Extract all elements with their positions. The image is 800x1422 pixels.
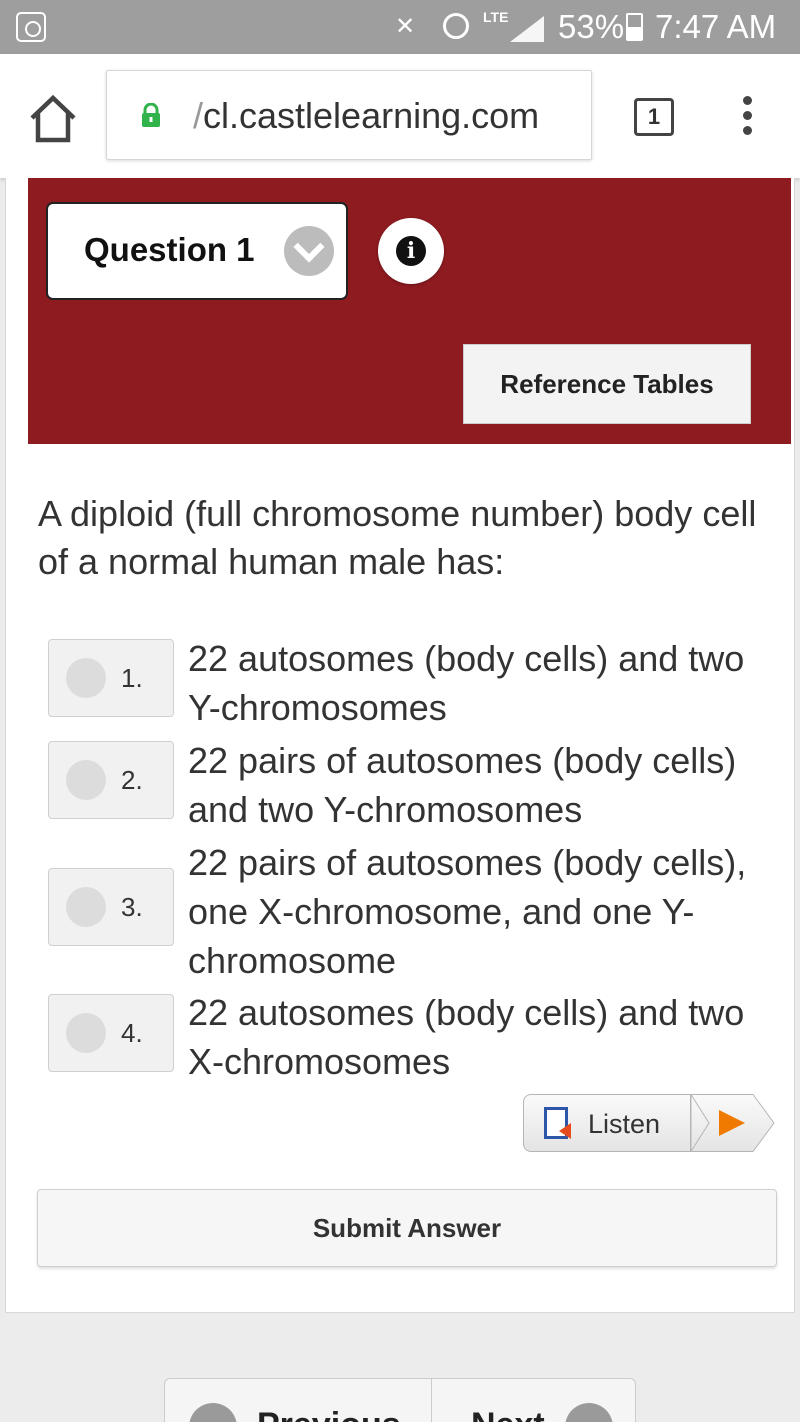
previous-button[interactable]: Previous xyxy=(165,1379,432,1422)
question-text: A diploid (full chromosome number) body … xyxy=(38,493,757,582)
option-text: 22 pairs of autosomes (body cells) and t… xyxy=(188,740,737,830)
url-host: cl.castlelearning.com xyxy=(203,95,540,136)
submit-answer-button[interactable]: Submit Answer xyxy=(37,1189,777,1267)
question-dropdown-label: Question 1 xyxy=(84,231,255,268)
radio-icon xyxy=(66,887,106,927)
status-bar: ✕ LTE 53% 7:47 AM xyxy=(0,0,800,54)
arrow-left-icon xyxy=(189,1403,237,1422)
answer-select-button[interactable]: 4. xyxy=(48,994,174,1072)
radio-icon xyxy=(66,658,106,698)
home-icon[interactable] xyxy=(26,92,80,146)
info-button[interactable]: i xyxy=(378,218,444,284)
previous-label: Previous xyxy=(257,1405,401,1422)
alarm-icon xyxy=(443,13,469,39)
speaker-document-icon xyxy=(544,1107,571,1139)
info-icon: i xyxy=(396,236,426,266)
signal-icon xyxy=(510,16,544,42)
next-button[interactable]: Next xyxy=(433,1379,635,1422)
question-card: Question 1 i Reference Tables A diploid … xyxy=(5,178,795,1313)
question-dropdown[interactable]: Question 1 xyxy=(46,202,348,300)
option-text: 22 autosomes (body cells) and two Y-chro… xyxy=(188,638,745,728)
address-bar[interactable]: /cl.castlelearning.com xyxy=(106,70,592,160)
network-type: LTE xyxy=(483,9,509,25)
radio-icon xyxy=(66,1013,106,1053)
url-text: /cl.castlelearning.com xyxy=(193,96,539,136)
url-prefix: / xyxy=(193,95,204,136)
option-number: 1. xyxy=(121,663,143,693)
question-navigation: Previous Next xyxy=(164,1378,636,1422)
answer-select-button[interactable]: 2. xyxy=(48,741,174,819)
tab-switcher-button[interactable]: 1 xyxy=(634,98,674,136)
reference-tables-button[interactable]: Reference Tables xyxy=(463,344,751,424)
battery-icon xyxy=(626,13,643,41)
option-number: 3. xyxy=(121,892,143,922)
listen-widget[interactable]: Listen xyxy=(523,1094,775,1152)
lock-icon xyxy=(142,103,160,127)
listen-button[interactable]: Listen xyxy=(523,1094,691,1152)
option-number: 4. xyxy=(121,1018,143,1048)
question-header: Question 1 i Reference Tables xyxy=(28,178,791,444)
answer-select-button[interactable]: 1. xyxy=(48,639,174,717)
status-icons: ✕ LTE xyxy=(395,10,555,44)
chevron-down-icon xyxy=(284,226,334,276)
overflow-menu-icon[interactable] xyxy=(736,94,760,138)
next-label: Next xyxy=(471,1405,545,1422)
mute-icon: ✕ xyxy=(395,13,416,40)
option-text: 22 pairs of autosomes (body cells), one … xyxy=(188,842,747,981)
recycle-icon xyxy=(16,12,46,42)
option-number: 2. xyxy=(121,765,143,795)
answer-select-button[interactable]: 3. xyxy=(48,868,174,946)
listen-label: Listen xyxy=(588,1109,661,1139)
battery-percent: 53% xyxy=(558,8,625,45)
clock: 7:47 AM xyxy=(655,8,777,45)
play-icon xyxy=(719,1110,745,1136)
option-text: 22 autosomes (body cells) and two X-chro… xyxy=(188,992,745,1082)
arrow-right-icon xyxy=(565,1403,613,1422)
browser-toolbar: /cl.castlelearning.com 1 xyxy=(0,54,800,178)
radio-icon xyxy=(66,760,106,800)
